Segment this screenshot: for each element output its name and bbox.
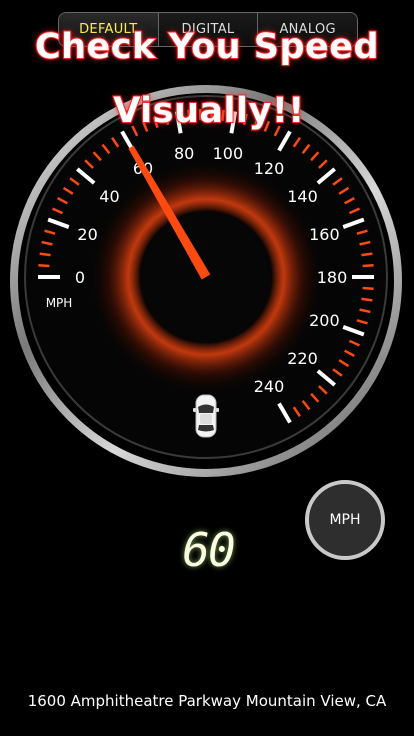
unit-toggle-button[interactable]: MPH xyxy=(305,480,385,560)
minor-tick xyxy=(39,252,51,257)
current-address: 1600 Amphitheatre Parkway Mountain View,… xyxy=(27,692,387,710)
tick-label: 140 xyxy=(287,187,318,206)
gauge-unit-label: MPH xyxy=(46,296,73,310)
minor-tick xyxy=(362,286,374,290)
car-top-view-icon xyxy=(193,394,219,438)
promo-title-line-1: Check You Speed xyxy=(34,26,380,68)
promo-title-line-2: Visually!! xyxy=(112,90,305,132)
tick-label: 180 xyxy=(317,268,348,287)
tick-label: 200 xyxy=(309,311,340,330)
tick-label: 240 xyxy=(254,377,285,396)
tick-label: 100 xyxy=(213,144,244,163)
minor-tick xyxy=(38,264,50,268)
minor-tick xyxy=(362,264,374,268)
minor-tick xyxy=(361,252,373,257)
tick-label: 40 xyxy=(99,187,119,206)
tick-label: 0 xyxy=(75,268,85,287)
tick-label: 20 xyxy=(77,225,97,244)
minor-tick xyxy=(361,297,373,302)
tick-label: 220 xyxy=(287,349,318,368)
tick-label: 160 xyxy=(309,225,340,244)
digital-speed-readout: 60 xyxy=(182,523,235,577)
tick-label: 80 xyxy=(174,144,194,163)
tick-label: 120 xyxy=(254,159,285,178)
